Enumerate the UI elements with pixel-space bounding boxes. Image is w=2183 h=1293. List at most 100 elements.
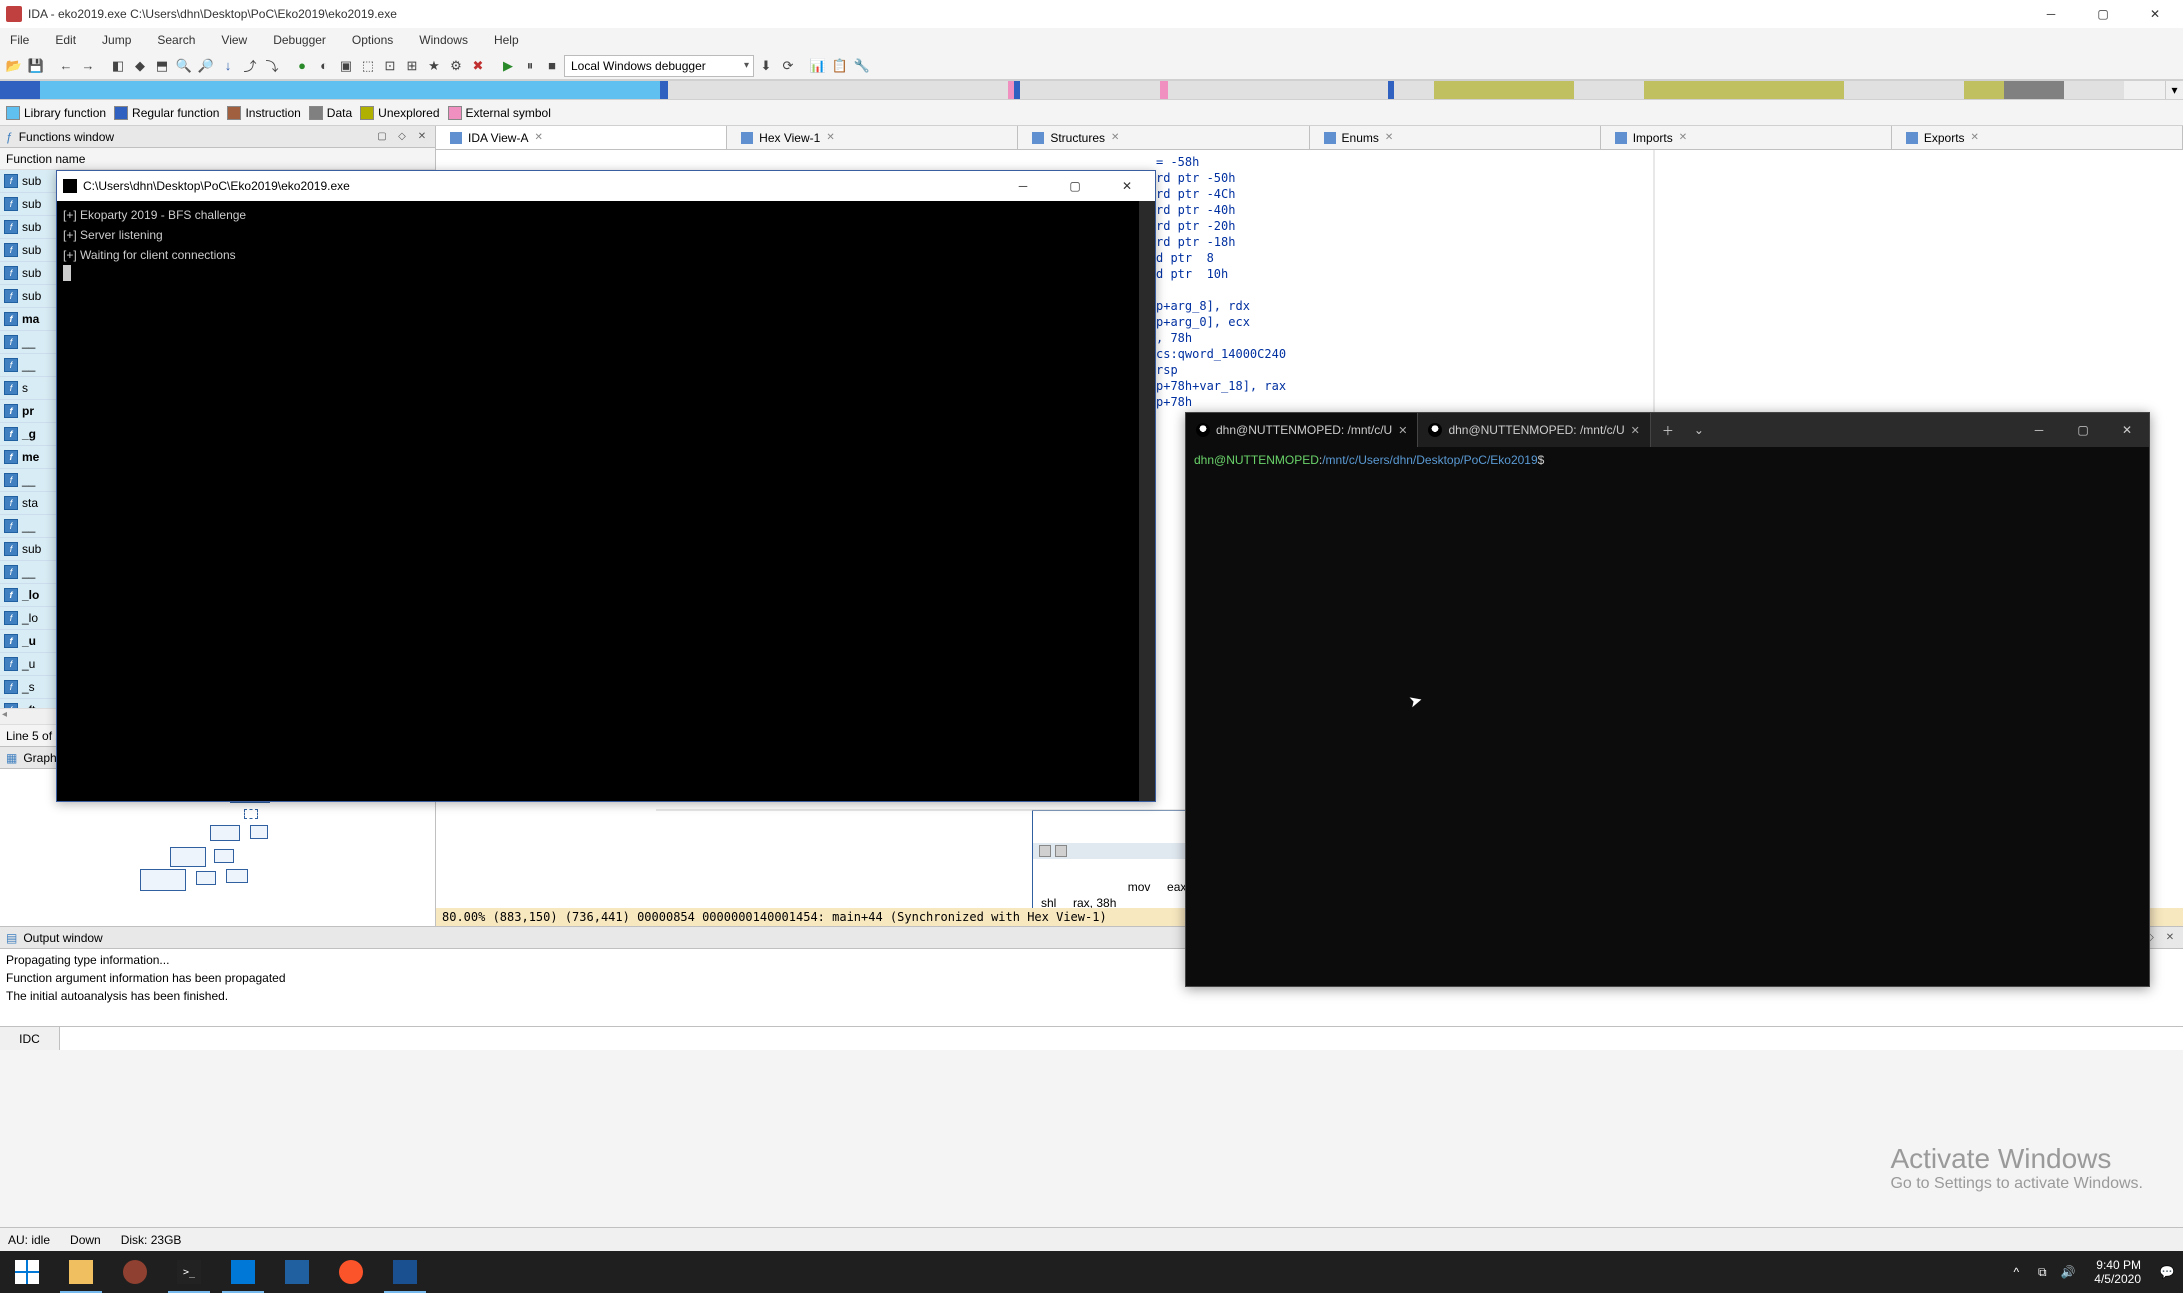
cmd-window[interactable]: C:\Users\dhn\Desktop\PoC\Eko2019\eko2019… <box>56 170 1156 802</box>
taskbar-terminal[interactable]: >_ <box>162 1251 216 1293</box>
windows-terminal[interactable]: dhn@NUTTENMOPED: /mnt/c/U ✕ dhn@NUTTENMO… <box>1185 412 2150 987</box>
tab-close-icon[interactable]: ✕ <box>1111 132 1119 143</box>
pin-icon[interactable]: ◇ <box>395 130 409 144</box>
pause-icon[interactable]: ⏸ <box>520 56 540 76</box>
menu-options[interactable]: Options <box>348 31 397 49</box>
menu-help[interactable]: Help <box>490 31 523 49</box>
forward-icon[interactable]: → <box>78 56 98 76</box>
taskbar-brave[interactable] <box>324 1251 378 1293</box>
tab-close-icon[interactable]: ✕ <box>1971 132 1979 143</box>
toolbar-icon[interactable]: ◐ <box>314 56 334 76</box>
tab-close-icon[interactable]: ✕ <box>826 132 834 143</box>
tab-close-icon[interactable]: ✕ <box>1679 132 1687 143</box>
toolbar-icon[interactable]: ⊞ <box>402 56 422 76</box>
wt-body[interactable]: dhn@NUTTENMOPED:/mnt/c/Users/dhn/Desktop… <box>1186 447 2149 986</box>
toolbar-icon[interactable]: ↓ <box>218 56 238 76</box>
taskbar-app[interactable] <box>378 1251 432 1293</box>
toolbar-icon[interactable]: ● <box>292 56 312 76</box>
close-button[interactable]: ✕ <box>2105 413 2149 447</box>
wt-tab[interactable]: dhn@NUTTENMOPED: /mnt/c/U ✕ <box>1418 413 1650 447</box>
run-icon[interactable]: ▶ <box>498 56 518 76</box>
idc-input[interactable] <box>60 1027 2183 1050</box>
tab-close-icon[interactable]: ✕ <box>534 132 542 143</box>
toolbar-icon[interactable]: 📋 <box>830 56 850 76</box>
toolbar-icon[interactable]: ◆ <box>130 56 150 76</box>
minimize-button[interactable]: ─ <box>1001 174 1045 198</box>
toolbar-icon[interactable]: ⟳ <box>778 56 798 76</box>
tab-close-icon[interactable]: ✕ <box>1385 132 1393 143</box>
restore-icon[interactable]: ▢ <box>375 130 389 144</box>
menu-view[interactable]: View <box>217 31 251 49</box>
functions-header[interactable]: Function name <box>0 148 435 170</box>
functions-window-title[interactable]: ƒ Functions window ▢ ◇ ✕ <box>0 126 435 148</box>
maximize-button[interactable]: ▢ <box>2061 413 2105 447</box>
idc-label[interactable]: IDC <box>0 1027 60 1050</box>
toolbar-icon[interactable]: 🔎 <box>196 56 216 76</box>
menu-edit[interactable]: Edit <box>51 31 80 49</box>
wt-add-tab[interactable]: ＋ <box>1651 422 1685 439</box>
toolbar-icon[interactable]: 📊 <box>808 56 828 76</box>
back-icon[interactable]: ← <box>56 56 76 76</box>
taskbar-app[interactable] <box>108 1251 162 1293</box>
toolbar-icon[interactable]: ⬒ <box>152 56 172 76</box>
ida-tab[interactable]: IDA View-A✕ <box>436 126 727 149</box>
wt-dropdown-icon[interactable]: ⌄ <box>1685 423 1713 437</box>
toolbar-icon[interactable]: ⤴ <box>240 56 260 76</box>
ida-tab[interactable]: Hex View-1✕ <box>727 126 1018 149</box>
ida-titlebar[interactable]: IDA - eko2019.exe C:\Users\dhn\Desktop\P… <box>0 0 2183 28</box>
stop-debug-icon[interactable]: ■ <box>542 56 562 76</box>
tab-close-icon[interactable]: ✕ <box>1631 424 1640 437</box>
function-icon: f <box>4 611 18 625</box>
tab-close-icon[interactable]: ✕ <box>1398 424 1407 437</box>
taskbar-taskmgr[interactable] <box>270 1251 324 1293</box>
menu-file[interactable]: File <box>6 31 33 49</box>
tray-notifications-icon[interactable]: 💬 <box>2159 1264 2175 1280</box>
tray-chevron-icon[interactable]: ^ <box>2008 1264 2024 1280</box>
maximize-button[interactable]: ▢ <box>1053 174 1097 198</box>
taskbar-vscode[interactable] <box>216 1251 270 1293</box>
tray-network-icon[interactable]: ⧉ <box>2034 1264 2050 1280</box>
toolbar-icon[interactable]: ⬇ <box>756 56 776 76</box>
cmd-scrollbar[interactable] <box>1139 201 1155 801</box>
toolbar-icon[interactable]: ⬚ <box>358 56 378 76</box>
wt-tab[interactable]: dhn@NUTTENMOPED: /mnt/c/U ✕ <box>1186 413 1418 447</box>
menu-debugger[interactable]: Debugger <box>269 31 330 49</box>
stop-icon[interactable]: ✖ <box>468 56 488 76</box>
idc-bar: IDC <box>0 1026 2183 1050</box>
menu-jump[interactable]: Jump <box>98 31 135 49</box>
cmd-body[interactable]: [+] Ekoparty 2019 - BFS challenge [+] Se… <box>57 201 1155 801</box>
taskbar-explorer[interactable] <box>54 1251 108 1293</box>
debugger-select[interactable]: Local Windows debugger <box>564 55 754 77</box>
cmd-titlebar[interactable]: C:\Users\dhn\Desktop\PoC\Eko2019\eko2019… <box>57 171 1155 201</box>
ida-tab[interactable]: Structures✕ <box>1018 126 1309 149</box>
save-icon[interactable]: 💾 <box>26 56 46 76</box>
menu-search[interactable]: Search <box>153 31 199 49</box>
menu-windows[interactable]: Windows <box>415 31 472 49</box>
maximize-button[interactable]: ▢ <box>2081 2 2125 26</box>
toolbar-icon[interactable]: ▣ <box>336 56 356 76</box>
minimize-button[interactable]: ─ <box>2017 413 2061 447</box>
toolbar-icon[interactable]: ★ <box>424 56 444 76</box>
close-icon[interactable]: ✕ <box>2163 931 2177 945</box>
ida-tab[interactable]: Exports✕ <box>1892 126 2183 149</box>
ida-tab[interactable]: Enums✕ <box>1310 126 1601 149</box>
ida-tab[interactable]: Imports✕ <box>1601 126 1892 149</box>
toolbar-icon[interactable]: ⤵ <box>262 56 282 76</box>
block-icon[interactable] <box>1039 845 1051 857</box>
toolbar-icon[interactable]: ⊡ <box>380 56 400 76</box>
tray-volume-icon[interactable]: 🔊 <box>2060 1264 2076 1280</box>
open-icon[interactable]: 📂 <box>4 56 24 76</box>
close-icon[interactable]: ✕ <box>415 130 429 144</box>
toolbar-icon[interactable]: 🔧 <box>852 56 872 76</box>
minimize-button[interactable]: ─ <box>2029 2 2073 26</box>
tray-clock[interactable]: 9:40 PM 4/5/2020 <box>2086 1258 2149 1286</box>
block-icon[interactable] <box>1055 845 1067 857</box>
toolbar-icon[interactable]: ⚙ <box>446 56 466 76</box>
start-button[interactable] <box>0 1251 54 1293</box>
nav-dropdown-icon[interactable]: ▾ <box>2165 81 2183 99</box>
close-button[interactable]: ✕ <box>2133 2 2177 26</box>
navigation-band[interactable]: ▾ <box>0 80 2183 100</box>
toolbar-icon[interactable]: 🔍 <box>174 56 194 76</box>
toolbar-icon[interactable]: ◧ <box>108 56 128 76</box>
close-button[interactable]: ✕ <box>1105 174 1149 198</box>
